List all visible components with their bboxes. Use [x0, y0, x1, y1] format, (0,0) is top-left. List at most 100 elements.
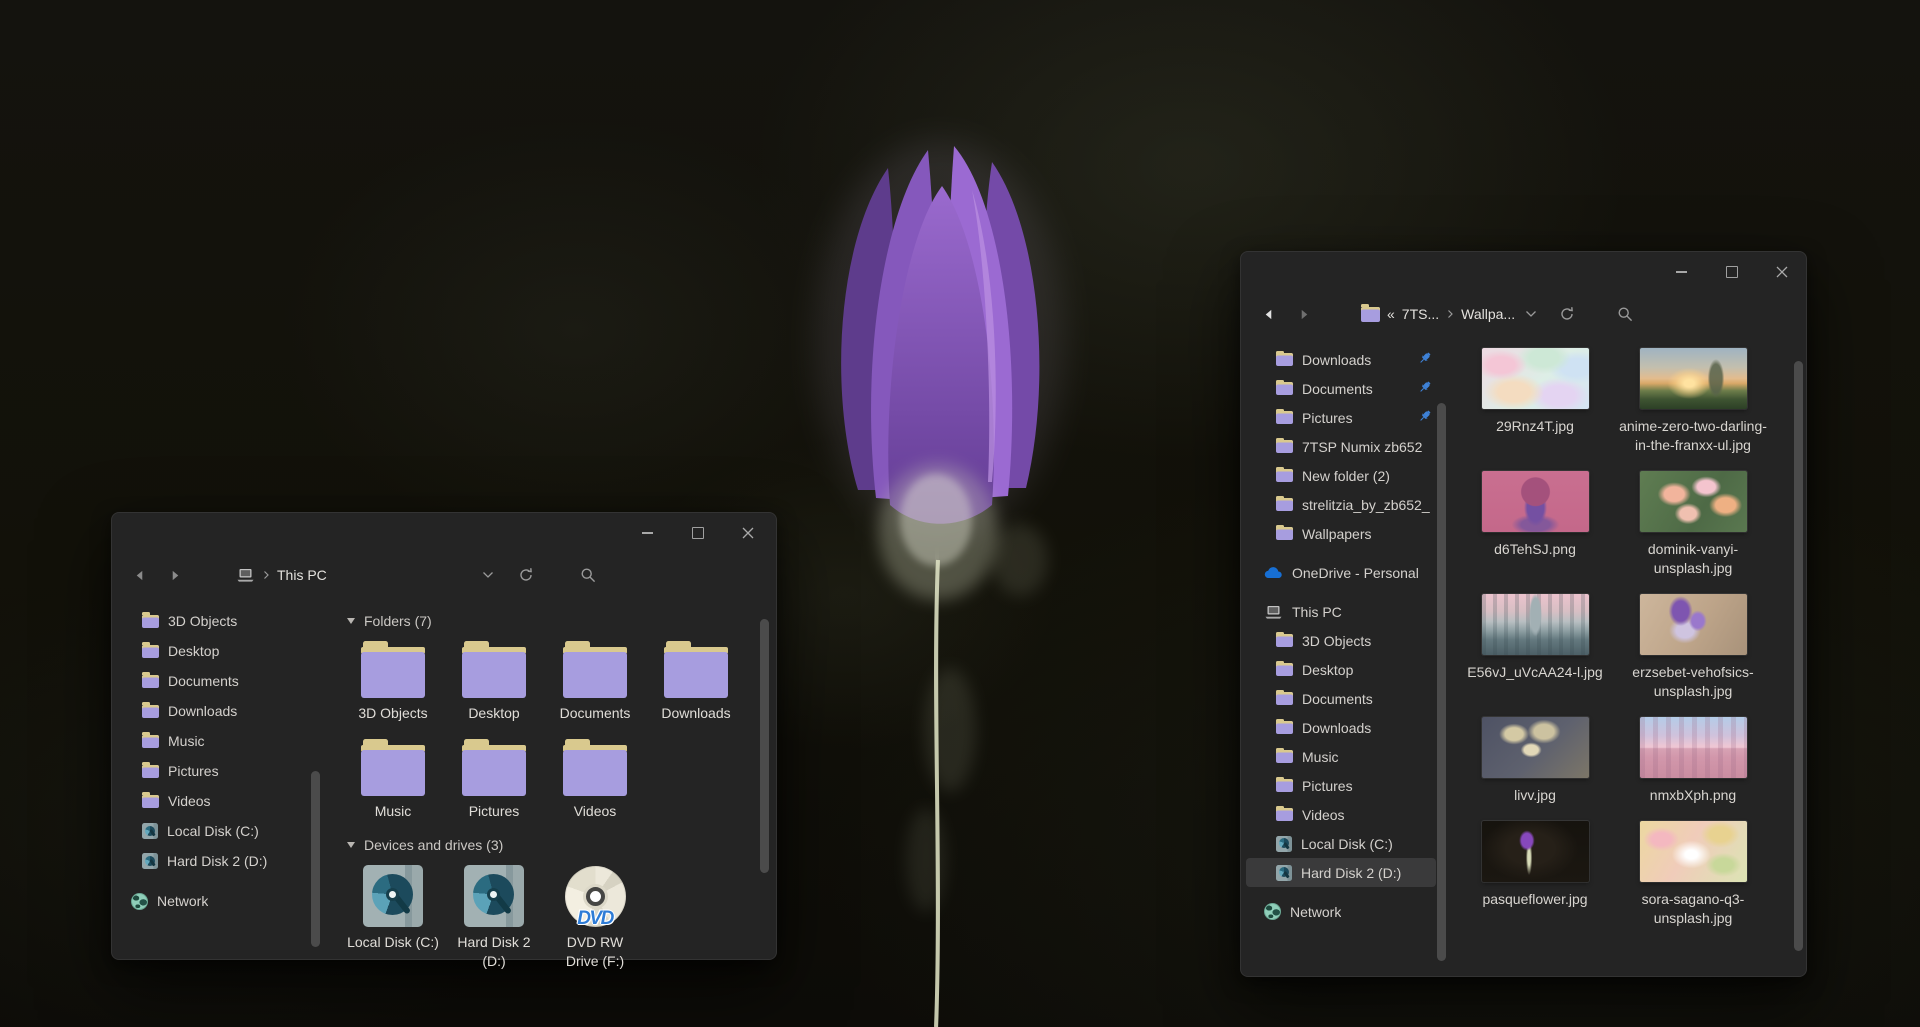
- sidebar-item-7tsp-numix[interactable]: 7TSP Numix zb652: [1241, 432, 1448, 461]
- search-button[interactable]: [574, 561, 602, 589]
- refresh-button[interactable]: [1553, 300, 1581, 328]
- folders-grid: 3D Objects Desktop Documents Downloads M…: [347, 641, 776, 821]
- content-scrollbar[interactable]: [1794, 361, 1803, 951]
- sidebar-item-desktop[interactable]: Desktop: [112, 636, 325, 666]
- drive-name: DVD RW Drive (F:): [549, 933, 641, 971]
- sidebar-item-hard-disk-d[interactable]: Hard Disk 2 (D:): [112, 846, 325, 876]
- folder-icon: [142, 765, 159, 778]
- sidebar-item-label: Documents: [1302, 691, 1373, 707]
- image-thumbnail: [1482, 471, 1589, 532]
- folder-icon: [1276, 411, 1293, 424]
- breadcrumb-parent[interactable]: 7TS...: [1402, 306, 1439, 322]
- file-grid: 29Rnz4T.jpg anime-zero-two-darling-in-th…: [1460, 348, 1806, 928]
- sidebar-item-documents-pc[interactable]: Documents: [1241, 684, 1448, 713]
- sidebar-item-downloads[interactable]: Downloads: [1241, 345, 1448, 374]
- forward-button[interactable]: [1291, 301, 1317, 327]
- forward-button[interactable]: [162, 562, 188, 588]
- breadcrumb-location[interactable]: This PC: [277, 567, 327, 583]
- folder-item-3d-objects[interactable]: 3D Objects: [347, 641, 439, 723]
- file-item-d6tehsj[interactable]: d6TehSJ.png: [1460, 471, 1610, 578]
- file-item-erzsebet[interactable]: erzsebet-vehofsics-unsplash.jpg: [1618, 594, 1768, 701]
- maximize-button[interactable]: [1709, 256, 1754, 288]
- address-dropdown-button[interactable]: [1517, 300, 1545, 328]
- address-dropdown-button[interactable]: [474, 561, 502, 589]
- sidebar-scrollbar[interactable]: [1437, 403, 1446, 961]
- back-button[interactable]: [1255, 301, 1281, 327]
- sidebar-item-documents[interactable]: Documents: [112, 666, 325, 696]
- file-name: 29Rnz4T.jpg: [1460, 417, 1610, 436]
- breadcrumb: « 7TS... Wallpa...: [1361, 306, 1515, 322]
- folder-item-documents[interactable]: Documents: [549, 641, 641, 723]
- sidebar-item-music[interactable]: Music: [1241, 742, 1448, 771]
- breadcrumb: This PC: [236, 567, 327, 583]
- folder-icon: [1276, 498, 1293, 511]
- refresh-icon: [518, 567, 534, 583]
- folder-icon: [563, 739, 627, 796]
- sidebar-item-strelitzia[interactable]: strelitzia_by_zb652_: [1241, 490, 1448, 519]
- folder-item-downloads[interactable]: Downloads: [650, 641, 742, 723]
- sidebar-item-videos[interactable]: Videos: [1241, 800, 1448, 829]
- sidebar-item-wallpapers[interactable]: Wallpapers: [1241, 519, 1448, 548]
- sidebar-item-this-pc[interactable]: This PC: [1241, 597, 1448, 626]
- image-thumbnail: [1640, 348, 1747, 409]
- folder-icon: [142, 675, 159, 688]
- sidebar-item-network[interactable]: Network: [112, 886, 325, 916]
- breadcrumb-overflow[interactable]: «: [1387, 306, 1395, 322]
- minimize-button[interactable]: [1659, 256, 1704, 288]
- search-button[interactable]: [1611, 300, 1639, 328]
- content-scrollbar[interactable]: [760, 619, 769, 873]
- image-thumbnail: [1640, 717, 1747, 778]
- sidebar-item-downloads[interactable]: Downloads: [112, 696, 325, 726]
- folder-icon: [142, 735, 159, 748]
- sidebar-item-desktop[interactable]: Desktop: [1241, 655, 1448, 684]
- folder-item-videos[interactable]: Videos: [549, 739, 641, 821]
- chevron-down-icon: [482, 571, 494, 579]
- minimize-button[interactable]: [625, 517, 670, 549]
- file-item-anime-zero-two[interactable]: anime-zero-two-darling-in-the-franxx-ul.…: [1618, 348, 1768, 455]
- refresh-button[interactable]: [512, 561, 540, 589]
- sidebar-item-pictures[interactable]: Pictures: [112, 756, 325, 786]
- maximize-button[interactable]: [675, 517, 720, 549]
- file-item-livv[interactable]: livv.jpg: [1460, 717, 1610, 805]
- sidebar-item-3d-objects[interactable]: 3D Objects: [112, 606, 325, 636]
- file-item-sora-sagano[interactable]: sora-sagano-q3-unsplash.jpg: [1618, 821, 1768, 928]
- drive-item-hard-disk-d[interactable]: Hard Disk 2 (D:): [448, 865, 540, 971]
- file-item-e56vj[interactable]: E56vJ_uVcAA24-l.jpg: [1460, 594, 1610, 701]
- drive-item-local-disk-c[interactable]: Local Disk (C:): [347, 865, 439, 971]
- folder-icon: [361, 739, 425, 796]
- sidebar-item-pictures-pc[interactable]: Pictures: [1241, 771, 1448, 800]
- sidebar-item-hard-disk-d-selected[interactable]: Hard Disk 2 (D:): [1246, 858, 1436, 887]
- image-thumbnail: [1640, 821, 1747, 882]
- close-button[interactable]: [1759, 256, 1804, 288]
- section-header-folders[interactable]: Folders (7): [347, 611, 776, 631]
- sidebar-item-documents[interactable]: Documents: [1241, 374, 1448, 403]
- folder-item-pictures[interactable]: Pictures: [448, 739, 540, 821]
- sidebar-scrollbar[interactable]: [311, 771, 320, 947]
- file-item-dominik-vanyi[interactable]: dominik-vanyi-unsplash.jpg: [1618, 471, 1768, 578]
- file-item-nmxbxph[interactable]: nmxbXph.png: [1618, 717, 1768, 805]
- sidebar-item-music[interactable]: Music: [112, 726, 325, 756]
- sidebar-item-local-disk-c[interactable]: Local Disk (C:): [1241, 829, 1448, 858]
- sidebar-item-label: 7TSP Numix zb652: [1302, 439, 1422, 455]
- drive-item-dvd-f[interactable]: DVDDVD RW Drive (F:): [549, 865, 641, 971]
- collapse-triangle-icon: [347, 842, 355, 848]
- sidebar-item-pictures[interactable]: Pictures: [1241, 403, 1448, 432]
- sidebar-item-local-disk-c[interactable]: Local Disk (C:): [112, 816, 325, 846]
- sidebar-item-new-folder-2[interactable]: New folder (2): [1241, 461, 1448, 490]
- file-item-pasqueflower[interactable]: pasqueflower.jpg: [1460, 821, 1610, 928]
- back-button[interactable]: [126, 562, 152, 588]
- file-item-29rnz4t[interactable]: 29Rnz4T.jpg: [1460, 348, 1610, 455]
- close-icon: [1776, 266, 1788, 278]
- breadcrumb-current[interactable]: Wallpa...: [1461, 306, 1515, 322]
- sidebar-item-network[interactable]: Network: [1241, 897, 1448, 926]
- sidebar-item-3d-objects[interactable]: 3D Objects: [1241, 626, 1448, 655]
- folder-item-music[interactable]: Music: [347, 739, 439, 821]
- sidebar-item-downloads-pc[interactable]: Downloads: [1241, 713, 1448, 742]
- sidebar-item-videos[interactable]: Videos: [112, 786, 325, 816]
- refresh-icon: [1559, 306, 1575, 322]
- close-button[interactable]: [725, 517, 770, 549]
- sidebar-item-label: Pictures: [1302, 778, 1353, 794]
- section-header-devices[interactable]: Devices and drives (3): [347, 835, 776, 855]
- sidebar-item-onedrive[interactable]: OneDrive - Personal: [1241, 558, 1448, 587]
- folder-item-desktop[interactable]: Desktop: [448, 641, 540, 723]
